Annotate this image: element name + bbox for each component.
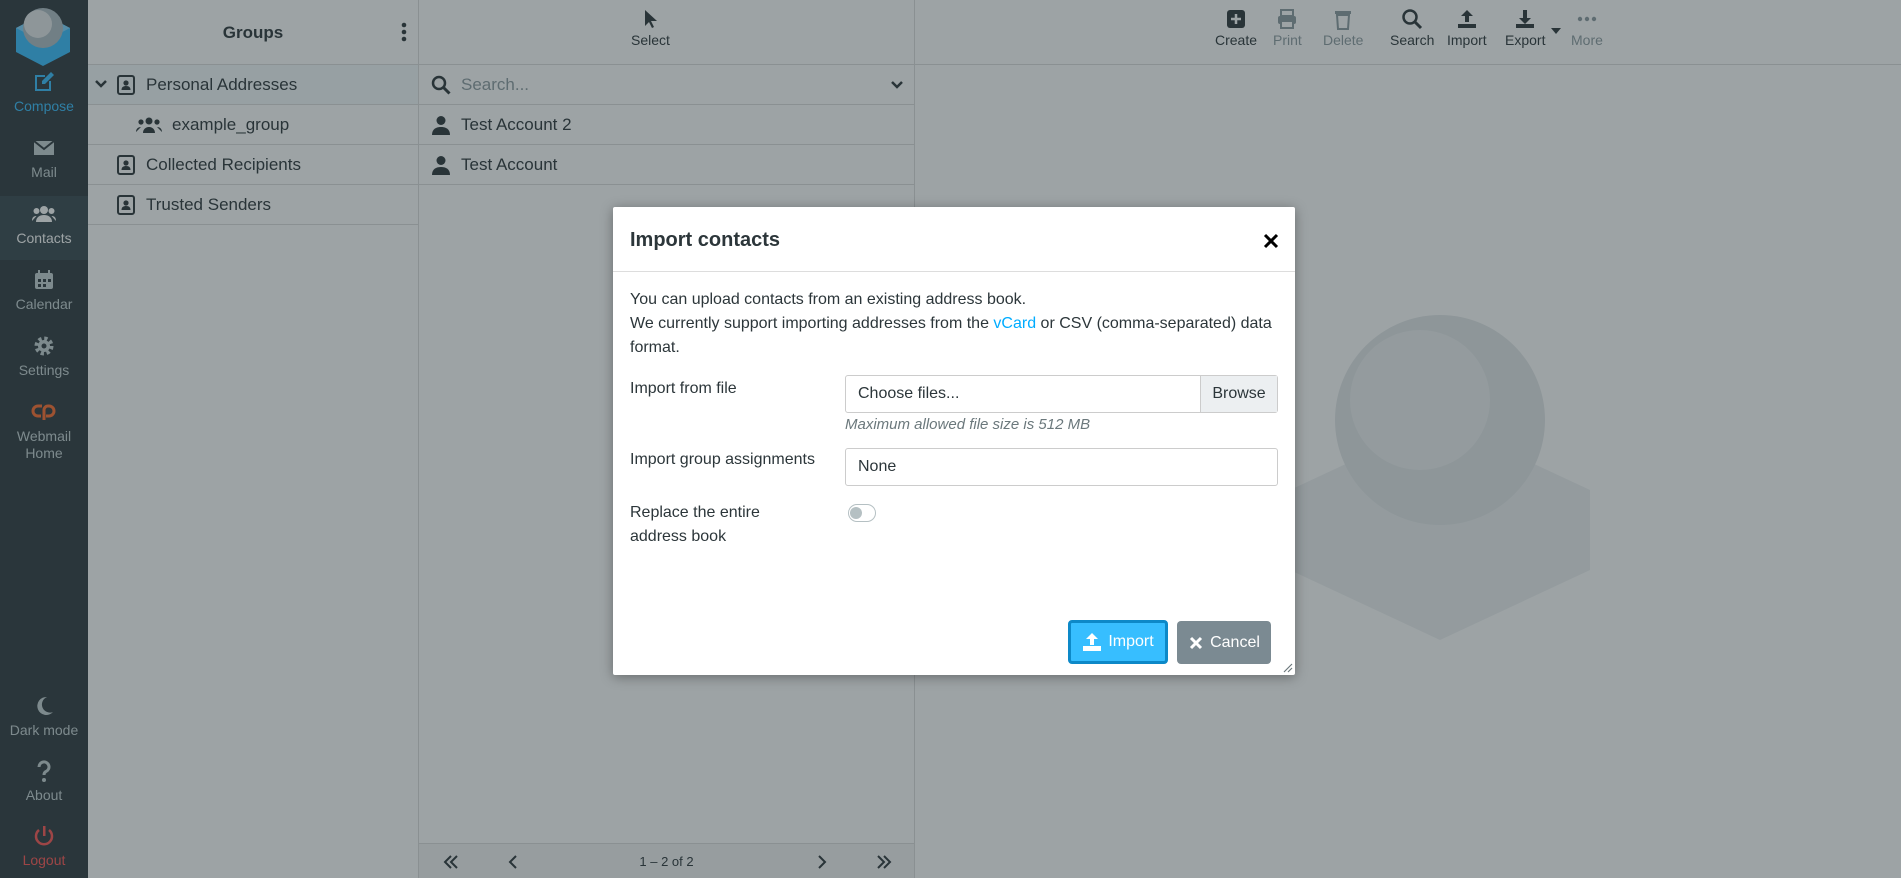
cancel-button[interactable]: Cancel bbox=[1177, 621, 1271, 664]
toggle-knob bbox=[850, 507, 862, 519]
dialog-intro: You can upload contacts from an existing… bbox=[613, 272, 1295, 376]
import-from-file-label: Import from file bbox=[630, 380, 737, 397]
group-assignments-label: Import group assignments bbox=[630, 451, 815, 468]
file-input-text[interactable]: Choose files... bbox=[846, 376, 1200, 412]
group-assignments-select[interactable]: None bbox=[845, 448, 1278, 486]
browse-button[interactable]: Browse bbox=[1200, 376, 1277, 412]
cancel-button-label: Cancel bbox=[1210, 633, 1260, 651]
import-button[interactable]: Import bbox=[1068, 620, 1168, 664]
intro-text-part: We currently support importing addresses… bbox=[630, 315, 994, 332]
resize-grip-icon[interactable] bbox=[1281, 661, 1293, 673]
intro-text: We currently support importing addresses… bbox=[630, 312, 1278, 360]
intro-text: You can upload contacts from an existing… bbox=[630, 291, 1027, 308]
import-contacts-dialog: Import contacts You can upload contacts … bbox=[613, 207, 1295, 675]
dialog-header: Import contacts bbox=[613, 207, 1295, 272]
file-size-hint: Maximum allowed file size is 512 MB bbox=[845, 416, 1091, 433]
replace-address-book-label: Replace the entire address book bbox=[630, 504, 760, 545]
close-icon[interactable] bbox=[1261, 231, 1281, 251]
import-button-label: Import bbox=[1108, 633, 1154, 650]
group-assignments-value: None bbox=[858, 458, 897, 475]
dialog-title: Import contacts bbox=[630, 229, 781, 251]
vcard-link[interactable]: vCard bbox=[993, 315, 1036, 332]
file-input[interactable]: Choose files... Browse bbox=[845, 375, 1278, 413]
close-icon bbox=[1190, 636, 1203, 649]
replace-address-book-toggle[interactable] bbox=[848, 504, 876, 522]
upload-icon bbox=[1083, 633, 1102, 651]
